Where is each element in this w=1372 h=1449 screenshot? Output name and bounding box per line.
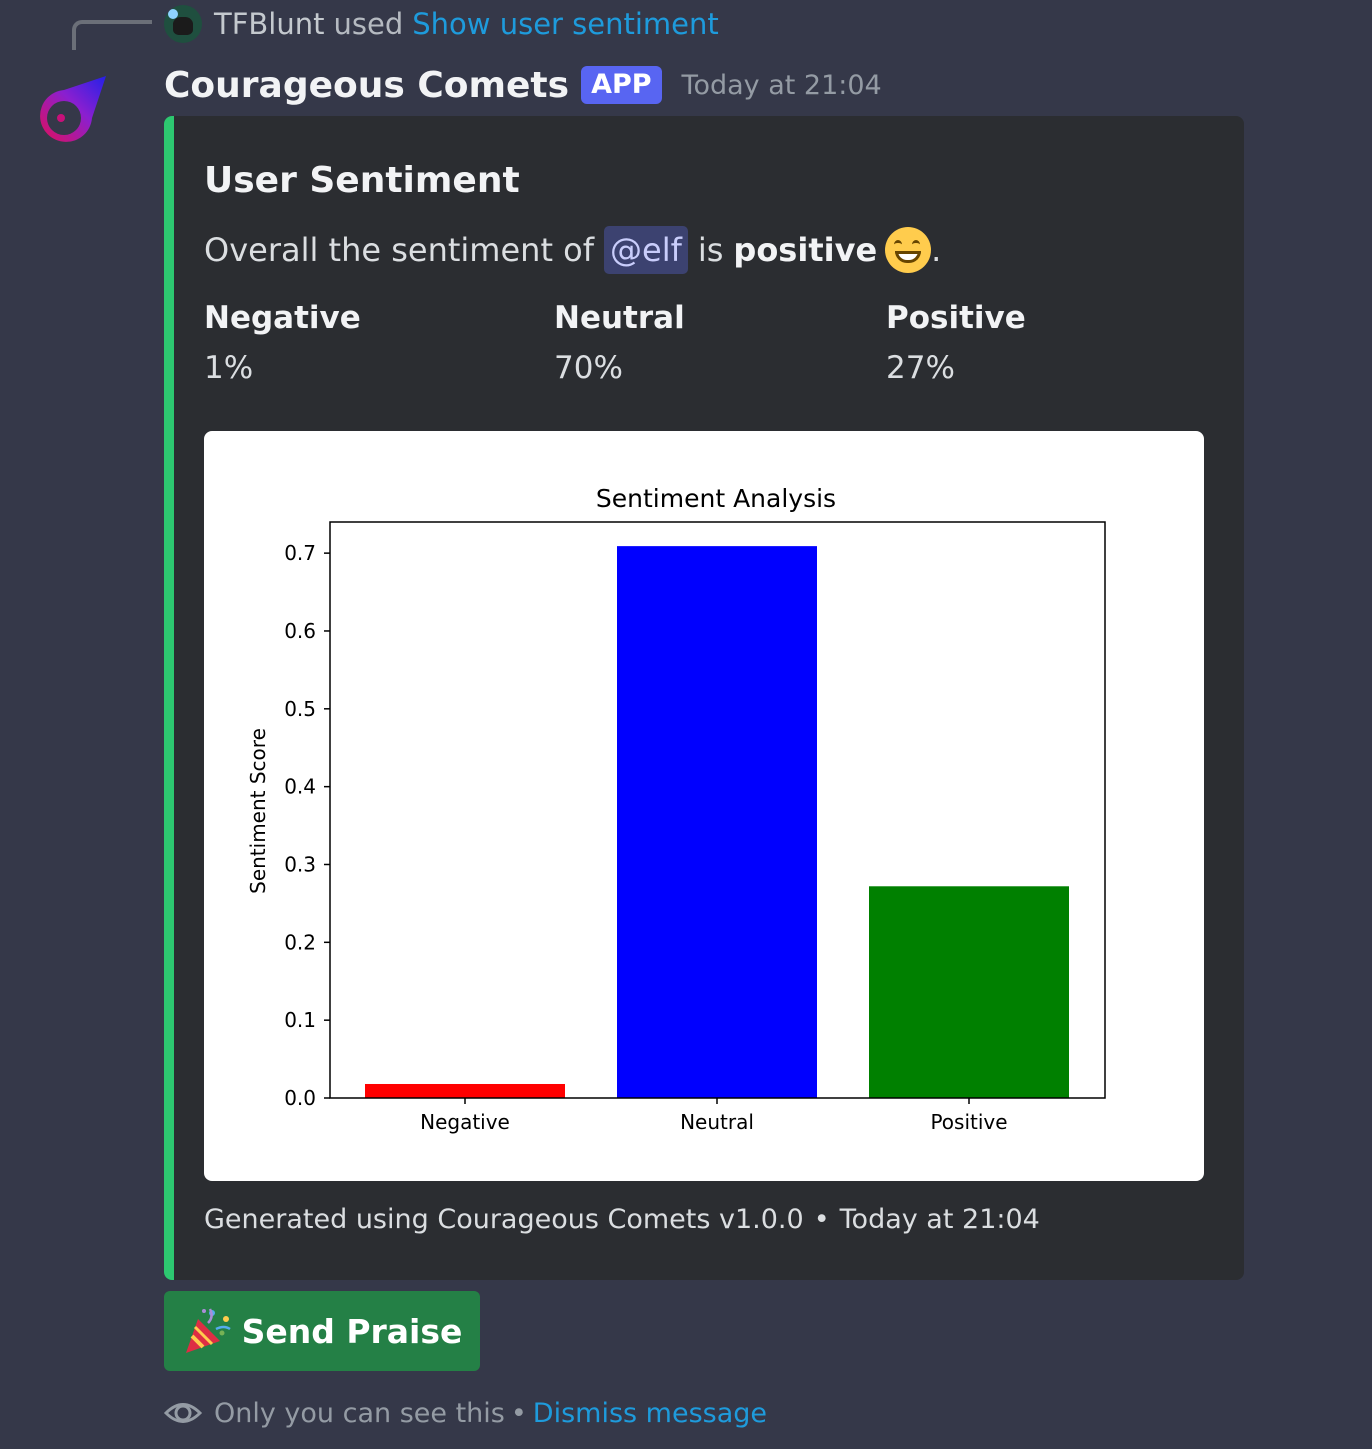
party-popper-icon: [185, 1308, 231, 1353]
reply-username[interactable]: TFBlunt: [214, 7, 324, 41]
field-value: 1%: [204, 350, 254, 386]
ephemeral-notice: Only you can see this • Dismiss message: [164, 1392, 767, 1434]
command-reply-header: TFBlunt used Show user sentiment: [164, 4, 719, 44]
eye-icon: [164, 1403, 202, 1423]
chart-y-axis-label: Sentiment Score: [246, 728, 270, 894]
y-tick-label: 0.1: [284, 1008, 316, 1032]
sentiment-word: positive: [733, 231, 878, 269]
reply-used-text: used: [333, 7, 404, 41]
sentiment-embed: User Sentiment Overall the sentiment of …: [164, 116, 1244, 1280]
y-tick-label: 0.6: [284, 619, 316, 643]
sentiment-chart-image[interactable]: Sentiment Analysis Sentiment Score 0.0 0.…: [204, 431, 1204, 1181]
y-tick-label: 0.3: [284, 852, 316, 876]
description-prefix: Overall the sentiment of: [204, 231, 594, 269]
x-tick-label: Negative: [420, 1110, 510, 1134]
dismiss-message-link[interactable]: Dismiss message: [533, 1398, 767, 1429]
message-timestamp[interactable]: Today at 21:04: [682, 70, 882, 101]
field-name: Neutral: [554, 300, 685, 336]
user-mention[interactable]: @elf: [604, 226, 688, 274]
ephemeral-separator: •: [510, 1397, 527, 1429]
field-value: 27%: [886, 350, 955, 386]
app-badge: APP: [581, 66, 662, 104]
x-tick-label: Positive: [930, 1110, 1007, 1134]
description-is: is: [697, 231, 724, 269]
ephemeral-text: Only you can see this: [214, 1397, 505, 1429]
author-name[interactable]: Courageous Comets: [164, 65, 569, 106]
y-tick-label: 0.7: [284, 541, 316, 565]
field-positive: Positive 27%: [886, 300, 1026, 386]
y-tick-label: 0.4: [284, 775, 316, 799]
embed-description: Overall the sentiment of @elf is positiv…: [204, 226, 941, 274]
footer-timestamp: Today at 21:04: [839, 1204, 1040, 1235]
field-value: 70%: [554, 350, 623, 386]
command-name-link[interactable]: Show user sentiment: [412, 7, 719, 41]
y-tick-label: 0.0: [284, 1086, 316, 1110]
user-avatar-icon[interactable]: [164, 5, 202, 43]
grinning-face-icon: [885, 227, 932, 273]
sentiment-chart: Sentiment Analysis Sentiment Score 0.0 0.…: [246, 484, 1106, 1134]
embed-accent-bar: [164, 116, 174, 1280]
field-negative: Negative 1%: [204, 300, 361, 386]
bar-positive: [869, 886, 1069, 1098]
footer-separator: •: [813, 1204, 830, 1235]
reply-connector: [72, 20, 152, 50]
chart-title: Sentiment Analysis: [596, 484, 836, 513]
bar-negative: [365, 1083, 565, 1098]
field-name: Positive: [886, 300, 1026, 336]
x-tick-label: Neutral: [680, 1110, 754, 1134]
field-name: Negative: [204, 300, 361, 336]
comet-avatar-icon[interactable]: [34, 70, 114, 150]
embed-footer: Generated using Courageous Comets v1.0.0…: [204, 1204, 1040, 1235]
description-end: .: [931, 231, 942, 269]
field-neutral: Neutral 70%: [554, 300, 685, 386]
y-tick-label: 0.2: [284, 930, 316, 954]
message-header: Courageous Comets APP Today at 21:04: [164, 60, 882, 110]
send-praise-label: Send Praise: [241, 1311, 463, 1351]
embed-title: User Sentiment: [204, 160, 520, 201]
y-tick-label: 0.5: [284, 697, 316, 721]
footer-text: Generated using Courageous Comets v1.0.0: [204, 1204, 804, 1235]
send-praise-button[interactable]: Send Praise: [164, 1291, 480, 1371]
bar-neutral: [617, 546, 817, 1098]
